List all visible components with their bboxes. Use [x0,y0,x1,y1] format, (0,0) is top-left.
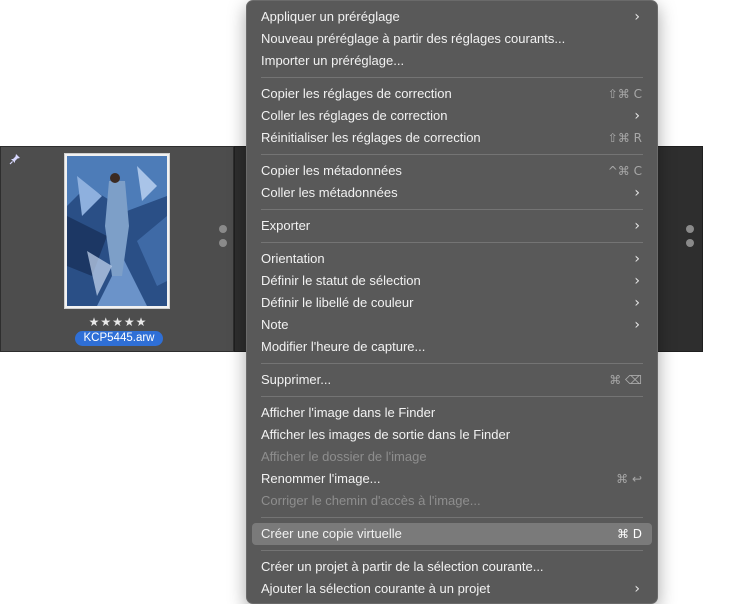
menu-item[interactable]: Afficher l'image dans le Finder [252,402,652,424]
image-thumbnail[interactable] [64,153,170,309]
keyboard-shortcut: ⇧⌘ R [607,131,642,145]
browser-cell[interactable]: ★★★★★ KCP5445.arw [0,146,234,352]
menu-item-label: Afficher les images de sortie dans le Fi… [261,427,511,442]
menu-item[interactable]: Ajouter la sélection courante à un proje… [252,578,652,600]
menu-item-label: Copier les métadonnées [261,163,402,178]
thumbnail-image [67,156,167,306]
menu-item[interactable]: Importer un préréglage... [252,50,652,72]
menu-item[interactable]: Copier les réglages de correction ⇧⌘ C [252,83,652,105]
menu-separator [261,77,643,78]
submenu-chevron-icon: › [634,581,640,597]
menu-item[interactable]: Définir le statut de sélection › [252,270,652,292]
drag-handle-dot [686,239,694,247]
menu-item-label: Supprimer... [261,372,332,387]
submenu-chevron-icon: › [634,218,640,234]
menu-separator [261,550,643,551]
menu-separator [261,209,643,210]
keyboard-shortcut: ^⌘ C [607,164,642,178]
submenu-chevron-icon: › [634,185,640,201]
menu-item-label: Appliquer un préréglage [261,9,400,24]
menu-item[interactable]: Renommer l'image... ⌘ ↩ [252,468,652,490]
menu-item-label: Coller les réglages de correction [261,108,448,123]
menu-item[interactable]: Copier les métadonnées ^⌘ C [252,160,652,182]
menu-item[interactable]: Modifier l'heure de capture... [252,336,652,358]
filename-label[interactable]: KCP5445.arw [75,331,163,346]
menu-item-label: Afficher l'image dans le Finder [261,405,436,420]
menu-item[interactable]: Orientation › [252,248,652,270]
menu-separator [261,517,643,518]
drag-handle-dot [686,225,694,233]
menu-item: Corriger le chemin d'accès à l'image... [252,490,652,512]
drag-handle-dot [219,239,227,247]
menu-item-label: Modifier l'heure de capture... [261,339,426,354]
rating-stars[interactable]: ★★★★★ [1,315,235,329]
submenu-chevron-icon: › [634,295,640,311]
submenu-chevron-icon: › [634,251,640,267]
keyboard-shortcut: ⌘ ⌫ [609,373,642,387]
menu-item[interactable]: Coller les réglages de correction › [252,105,652,127]
menu-item[interactable]: Réinitialiser les réglages de correction… [252,127,652,149]
context-menu: Appliquer un préréglage › Nouveau prérégla… [246,0,658,604]
menu-item-label: Note [261,317,289,332]
keyboard-shortcut: ⌘ ↩ [616,472,642,486]
menu-item-label: Exporter [261,218,311,233]
menu-item-label: Nouveau préréglage à partir des réglages… [261,31,566,46]
menu-item[interactable]: Créer un projet à partir de la sélection… [252,556,652,578]
submenu-chevron-icon: › [634,317,640,333]
menu-item[interactable]: Afficher les images de sortie dans le Fi… [252,424,652,446]
submenu-chevron-icon: › [634,108,640,124]
menu-item-label: Définir le libellé de couleur [261,295,414,310]
menu-item[interactable]: Créer une copie virtuelle ⌘ D [252,523,652,545]
submenu-chevron-icon: › [634,9,640,25]
menu-item-label: Orientation [261,251,325,266]
keyboard-shortcut: ⌘ D [616,527,642,541]
drag-handle-dot [219,225,227,233]
menu-item-label: Définir le statut de sélection [261,273,421,288]
menu-item-label: Afficher le dossier de l'image [261,449,427,464]
menu-item-label: Renommer l'image... [261,471,381,486]
menu-item[interactable]: Note › [252,314,652,336]
menu-item[interactable]: Supprimer... ⌘ ⌫ [252,369,652,391]
menu-separator [261,242,643,243]
submenu-chevron-icon: › [634,273,640,289]
menu-separator [261,363,643,364]
menu-item-label: Ajouter la sélection courante à un proje… [261,581,491,596]
menu-item-label: Réinitialiser les réglages de correction [261,130,481,145]
menu-item[interactable]: Exporter › [252,215,652,237]
menu-item[interactable]: Appliquer un préréglage › [252,6,652,28]
menu-item[interactable]: Coller les métadonnées › [252,182,652,204]
menu-item-label: Corriger le chemin d'accès à l'image... [261,493,481,508]
menu-item-label: Importer un préréglage... [261,53,405,68]
menu-item-label: Créer une copie virtuelle [261,526,402,541]
menu-item[interactable]: Définir le libellé de couleur › [252,292,652,314]
menu-separator [261,154,643,155]
keyboard-shortcut: ⇧⌘ C [607,87,642,101]
menu-item-label: Créer un projet à partir de la sélection… [261,559,544,574]
menu-separator [261,396,643,397]
menu-item-label: Copier les réglages de correction [261,86,452,101]
menu-item-label: Coller les métadonnées [261,185,398,200]
menu-item[interactable]: Nouveau préréglage à partir des réglages… [252,28,652,50]
menu-item: Afficher le dossier de l'image [252,446,652,468]
pin-icon [9,154,20,165]
